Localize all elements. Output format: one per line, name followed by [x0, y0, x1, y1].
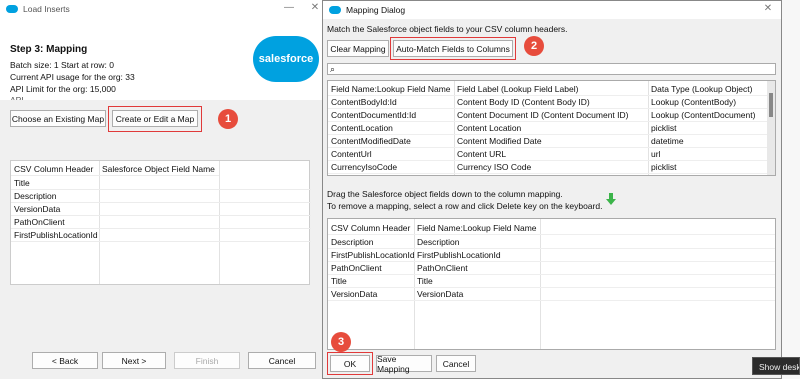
field-header-label: Field Label (Lookup Field Label) [457, 84, 579, 94]
salesforce-logo: salesforce [253, 36, 319, 82]
field-type: Lookup (ContentDocument) [651, 110, 756, 120]
field-name: ContentBodyId:Id [331, 97, 397, 107]
field-label: Currency ISO Code [457, 162, 532, 172]
back-button[interactable]: < Back [32, 352, 98, 369]
csv-column: FirstPublishLocationId [331, 250, 414, 260]
field-header-type: Data Type (Lookup Object) [651, 84, 753, 94]
highlight-box-1 [108, 106, 202, 132]
step-badge-3: 3 [331, 332, 351, 352]
field-label: Content Document ID (Content Document ID… [457, 110, 629, 120]
window-title: Load Inserts [23, 4, 70, 14]
field-label: Content URL [457, 149, 507, 159]
field-name: ContentModifiedDate [331, 136, 411, 146]
field-type: datetime [651, 136, 684, 146]
field-table-scrollbar[interactable] [767, 81, 775, 175]
step-badge-1: 1 [218, 109, 238, 129]
scrollbar-thumb[interactable] [769, 93, 773, 117]
table-row[interactable]: Title [11, 177, 311, 190]
map-header-field: Field Name:Lookup Field Name [417, 223, 537, 233]
table-row[interactable]: PathOnClient [11, 216, 311, 229]
field-type: url [651, 149, 661, 159]
clear-mapping-button[interactable]: Clear Mapping [327, 40, 389, 57]
grid-header-sf: Salesforce Object Field Name [99, 163, 219, 176]
down-arrow-icon [606, 193, 616, 205]
search-input[interactable]: ⌕ [327, 63, 776, 75]
csv-column: VersionData [331, 289, 378, 299]
field-table-header: Field Name:Lookup Field Name Field Label… [328, 83, 775, 96]
csv-column: Description [331, 237, 374, 247]
background-window-edge [782, 0, 800, 379]
table-row[interactable]: ContentBodyId:Id Content Body ID (Conten… [328, 96, 775, 109]
cancel-button[interactable]: Cancel [248, 352, 316, 369]
grid-header-csv: CSV Column Header [11, 163, 99, 176]
field-type: picklist [651, 123, 677, 133]
table-row[interactable]: Description [11, 190, 311, 203]
step-title: Step 3: Mapping [10, 44, 88, 55]
table-row[interactable]: VersionData [11, 203, 311, 216]
csv-column: Title [331, 276, 347, 286]
column-mapping-table: CSV Column Header Field Name:Lookup Fiel… [327, 218, 776, 350]
search-icon: ⌕ [330, 64, 336, 74]
field-table: Field Name:Lookup Field Name Field Label… [327, 80, 776, 176]
step-badge-2: 2 [524, 36, 544, 56]
table-row[interactable]: VersionData VersionData [328, 288, 775, 301]
show-desktop-tooltip: Show desk [752, 357, 800, 375]
salesforce-cloud-icon [6, 5, 18, 13]
table-row[interactable]: ContentLocation Content Location picklis… [328, 122, 775, 135]
dialog-instruction: Match the Salesforce object fields to yo… [327, 24, 568, 34]
highlight-box-3 [327, 352, 373, 375]
mapping-grid: CSV Column Header Salesforce Object Fiel… [10, 160, 311, 285]
choose-existing-map-button[interactable]: Choose an Existing Map [10, 110, 106, 127]
field-name: CurrencyIsoCode [331, 162, 398, 172]
table-row[interactable]: PathOnClient PathOnClient [328, 262, 775, 275]
mapped-field: VersionData [417, 289, 464, 299]
mapped-field: Description [417, 237, 460, 247]
mapped-field: PathOnClient [417, 263, 468, 273]
table-row[interactable]: FirstPublishLocationId [11, 229, 311, 242]
field-name: ContentLocation [331, 123, 393, 133]
table-row[interactable]: ContentModifiedDate Content Modified Dat… [328, 135, 775, 148]
field-label: Content Body ID (Content Body ID) [457, 97, 590, 107]
table-row[interactable]: ContentUrl Content URL url [328, 148, 775, 161]
field-name: ContentUrl [331, 149, 372, 159]
table-row[interactable]: FirstPublishLocationId FirstPublishLocat… [328, 249, 775, 262]
drag-instruction-2: To remove a mapping, select a row and cl… [327, 201, 603, 211]
table-row[interactable]: ContentDocumentId:Id Content Document ID… [328, 109, 775, 122]
dialog-cancel-button[interactable]: Cancel [436, 355, 476, 372]
finish-button[interactable]: Finish [174, 352, 240, 369]
save-mapping-button[interactable]: Save Mapping [376, 354, 432, 374]
field-label: Content Modified Date [457, 136, 542, 146]
csv-column: PathOnClient [331, 263, 382, 273]
minimize-icon[interactable]: — [276, 2, 302, 13]
drag-instruction-1: Drag the Salesforce object fields down t… [327, 189, 563, 199]
dialog-title: Mapping Dialog [346, 5, 406, 15]
api-limit: API Limit for the org: 15,000 [10, 84, 116, 94]
mapping-dialog-titlebar: Mapping Dialog [323, 1, 781, 19]
table-row[interactable]: Description Description [328, 236, 775, 249]
salesforce-cloud-icon [329, 6, 341, 14]
mapped-field: FirstPublishLocationId [417, 250, 501, 260]
mapping-table-header: CSV Column Header Field Name:Lookup Fiel… [328, 222, 775, 235]
api-usage: Current API usage for the org: 33 [10, 72, 135, 82]
table-row[interactable]: CurrencyIsoCode Currency ISO Code pickli… [328, 161, 775, 174]
close-icon[interactable]: ✕ [755, 3, 781, 14]
field-label: Content Location [457, 123, 522, 133]
mapped-field: Title [417, 276, 433, 286]
field-header-name: Field Name:Lookup Field Name [331, 84, 451, 94]
next-button[interactable]: Next > [102, 352, 166, 369]
map-header-csv: CSV Column Header [331, 223, 411, 233]
api-cut-line: API ... ... [10, 95, 43, 100]
batch-info: Batch size: 1 Start at row: 0 [10, 60, 114, 70]
field-name: ContentDocumentId:Id [331, 110, 417, 120]
field-type: Lookup (ContentBody) [651, 97, 737, 107]
highlight-box-2 [390, 37, 516, 60]
table-row[interactable]: Title Title [328, 275, 775, 288]
field-type: picklist [651, 162, 677, 172]
